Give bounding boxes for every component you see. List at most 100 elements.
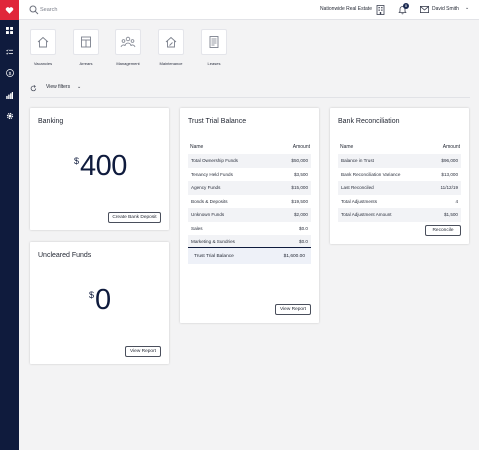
house-tools-icon: [165, 36, 177, 48]
building-icon[interactable]: [376, 5, 385, 15]
row-amount: $0.0: [299, 239, 308, 244]
row-amount: $1,500: [443, 212, 458, 217]
quick-action-vacancies[interactable]: [30, 29, 56, 55]
top-bar: Nationwide Real Estate 8 David Smith ⌄: [19, 0, 479, 20]
dollar-circle-icon: $: [5, 69, 14, 77]
search-input[interactable]: [40, 4, 160, 16]
table-header: Name Amount: [188, 143, 311, 152]
bar-chart-icon: [6, 91, 13, 99]
sidebar: $: [0, 0, 19, 450]
document-icon: [209, 36, 219, 48]
total-row: Trust Trial Balance $1,600.00: [188, 247, 311, 264]
row-name: Total Adjustment Amount: [341, 212, 392, 217]
grid-icon: [6, 26, 13, 34]
bank-reconciliation-card: Bank Reconciliation Name Amount Balance …: [330, 108, 469, 244]
row-amount: $50,000: [291, 158, 308, 163]
mail-icon[interactable]: [420, 6, 429, 13]
card-title: Trust Trial Balance: [188, 118, 247, 125]
column-amount-header: Amount: [442, 144, 460, 150]
trust-table: Total Ownership Funds $50,000 Tenancy Hel…: [188, 154, 311, 249]
table-row: Total Ownership Funds $50,000: [188, 154, 311, 168]
people-icon: [120, 36, 136, 48]
brand-logo[interactable]: [0, 0, 19, 20]
uncleared-value: 0: [95, 284, 111, 316]
checklist-icon: [6, 48, 13, 55]
row-amount: 11/12/19: [440, 185, 458, 190]
row-name: Unknown Funds: [191, 212, 225, 217]
quick-action-arrears[interactable]: [73, 29, 99, 55]
row-amount: $19,500: [291, 198, 308, 204]
chevron-down-icon[interactable]: ⌄: [77, 84, 81, 90]
quick-action-maintenance[interactable]: [158, 29, 184, 55]
row-amount: $2,000: [293, 212, 308, 217]
total-amount: $1,600.00: [283, 254, 305, 259]
row-name: Tenancy Held Funds: [191, 171, 233, 177]
table-row: Bonds & Deposits $19,500: [188, 195, 311, 209]
currency-symbol: $: [89, 290, 95, 300]
sidebar-item-finance[interactable]: $: [0, 66, 19, 80]
uncleared-amount: $ 0: [89, 286, 111, 315]
row-name: Marketing & Sundries: [191, 239, 235, 244]
recon-table: Balance in Trust $96,000 Bank Reconciliat…: [338, 154, 461, 222]
row-name: Last Reconciled: [341, 185, 374, 190]
row-amount: $96,000: [441, 158, 458, 163]
sidebar-item-reports[interactable]: [0, 88, 19, 102]
row-amount: 4: [455, 198, 458, 204]
row-amount: $15,000: [291, 185, 308, 190]
row-amount: $0.0: [299, 225, 308, 231]
table-row: Balance in Trust $96,000: [338, 154, 461, 168]
refresh-icon[interactable]: [30, 85, 37, 92]
view-report-button[interactable]: View Report: [275, 304, 311, 315]
column-name-header: Name: [190, 144, 204, 150]
create-bank-deposit-button[interactable]: Create Bank Deposit: [108, 212, 161, 223]
table-row: Sales $0.0: [188, 222, 311, 236]
table-row: Bank Reconciliation Variance $13,000: [338, 168, 461, 182]
trust-trial-balance-card: Trust Trial Balance Name Amount Total Ow…: [180, 108, 319, 323]
quick-action-management[interactable]: [115, 29, 141, 55]
card-title: Bank Reconciliation: [338, 118, 400, 125]
table-row: Agency Funds $15,000: [188, 181, 311, 195]
user-name[interactable]: David Smith: [432, 6, 459, 12]
banking-amount: $ 400: [74, 152, 127, 181]
quick-action-leases[interactable]: [201, 29, 227, 55]
reconcile-button[interactable]: Reconcile: [425, 225, 461, 236]
table-row: Unknown Funds $2,000: [188, 208, 311, 222]
house-icon: [37, 36, 49, 48]
chevron-down-icon[interactable]: ⌄: [465, 5, 469, 11]
sidebar-item-dashboard[interactable]: [0, 23, 19, 37]
row-name: Balance in Trust: [341, 158, 374, 163]
view-report-button[interactable]: View Report: [125, 346, 161, 357]
sidebar-item-tasks[interactable]: [0, 45, 19, 59]
quick-action-label: Leases: [207, 61, 221, 66]
column-amount-header: Amount: [292, 144, 310, 150]
svg-text:$: $: [8, 71, 11, 77]
row-name: Total Adjustments: [341, 198, 378, 204]
row-amount: $3,500: [293, 171, 308, 177]
table-row: Tenancy Held Funds $3,500: [188, 168, 311, 182]
notification-badge: 8: [403, 3, 409, 9]
sidebar-item-settings[interactable]: [0, 109, 19, 123]
quick-action-label: Management: [116, 61, 140, 66]
quick-action-label: Arrears: [79, 61, 93, 66]
table-row: Total Adjustment Amount $1,500: [338, 208, 461, 222]
table-header: Name Amount: [338, 143, 461, 152]
quick-action-label: Maintenance: [159, 61, 183, 66]
heart-logo-icon: [5, 6, 14, 14]
row-name: Agency Funds: [191, 185, 221, 190]
row-name: Sales: [191, 225, 203, 231]
banking-value: 400: [80, 150, 127, 182]
row-name: Bank Reconciliation Variance: [341, 171, 401, 177]
card-title: Banking: [38, 118, 64, 125]
view-filters-button[interactable]: View filters: [46, 84, 70, 90]
ledger-icon: [81, 36, 91, 48]
table-row: Total Adjustments 4: [338, 195, 461, 209]
table-row: Last Reconciled 11/12/19: [338, 181, 461, 195]
currency-symbol: $: [74, 156, 80, 166]
company-name[interactable]: Nationwide Real Estate: [320, 6, 372, 12]
quick-action-label: Vacancies: [33, 61, 53, 66]
gear-icon: [6, 112, 13, 120]
row-amount: $13,000: [441, 171, 458, 177]
banking-card: Banking $ 400 Create Bank Deposit: [30, 108, 169, 230]
divider: [30, 97, 470, 98]
row-name: Total Ownership Funds: [191, 158, 238, 163]
